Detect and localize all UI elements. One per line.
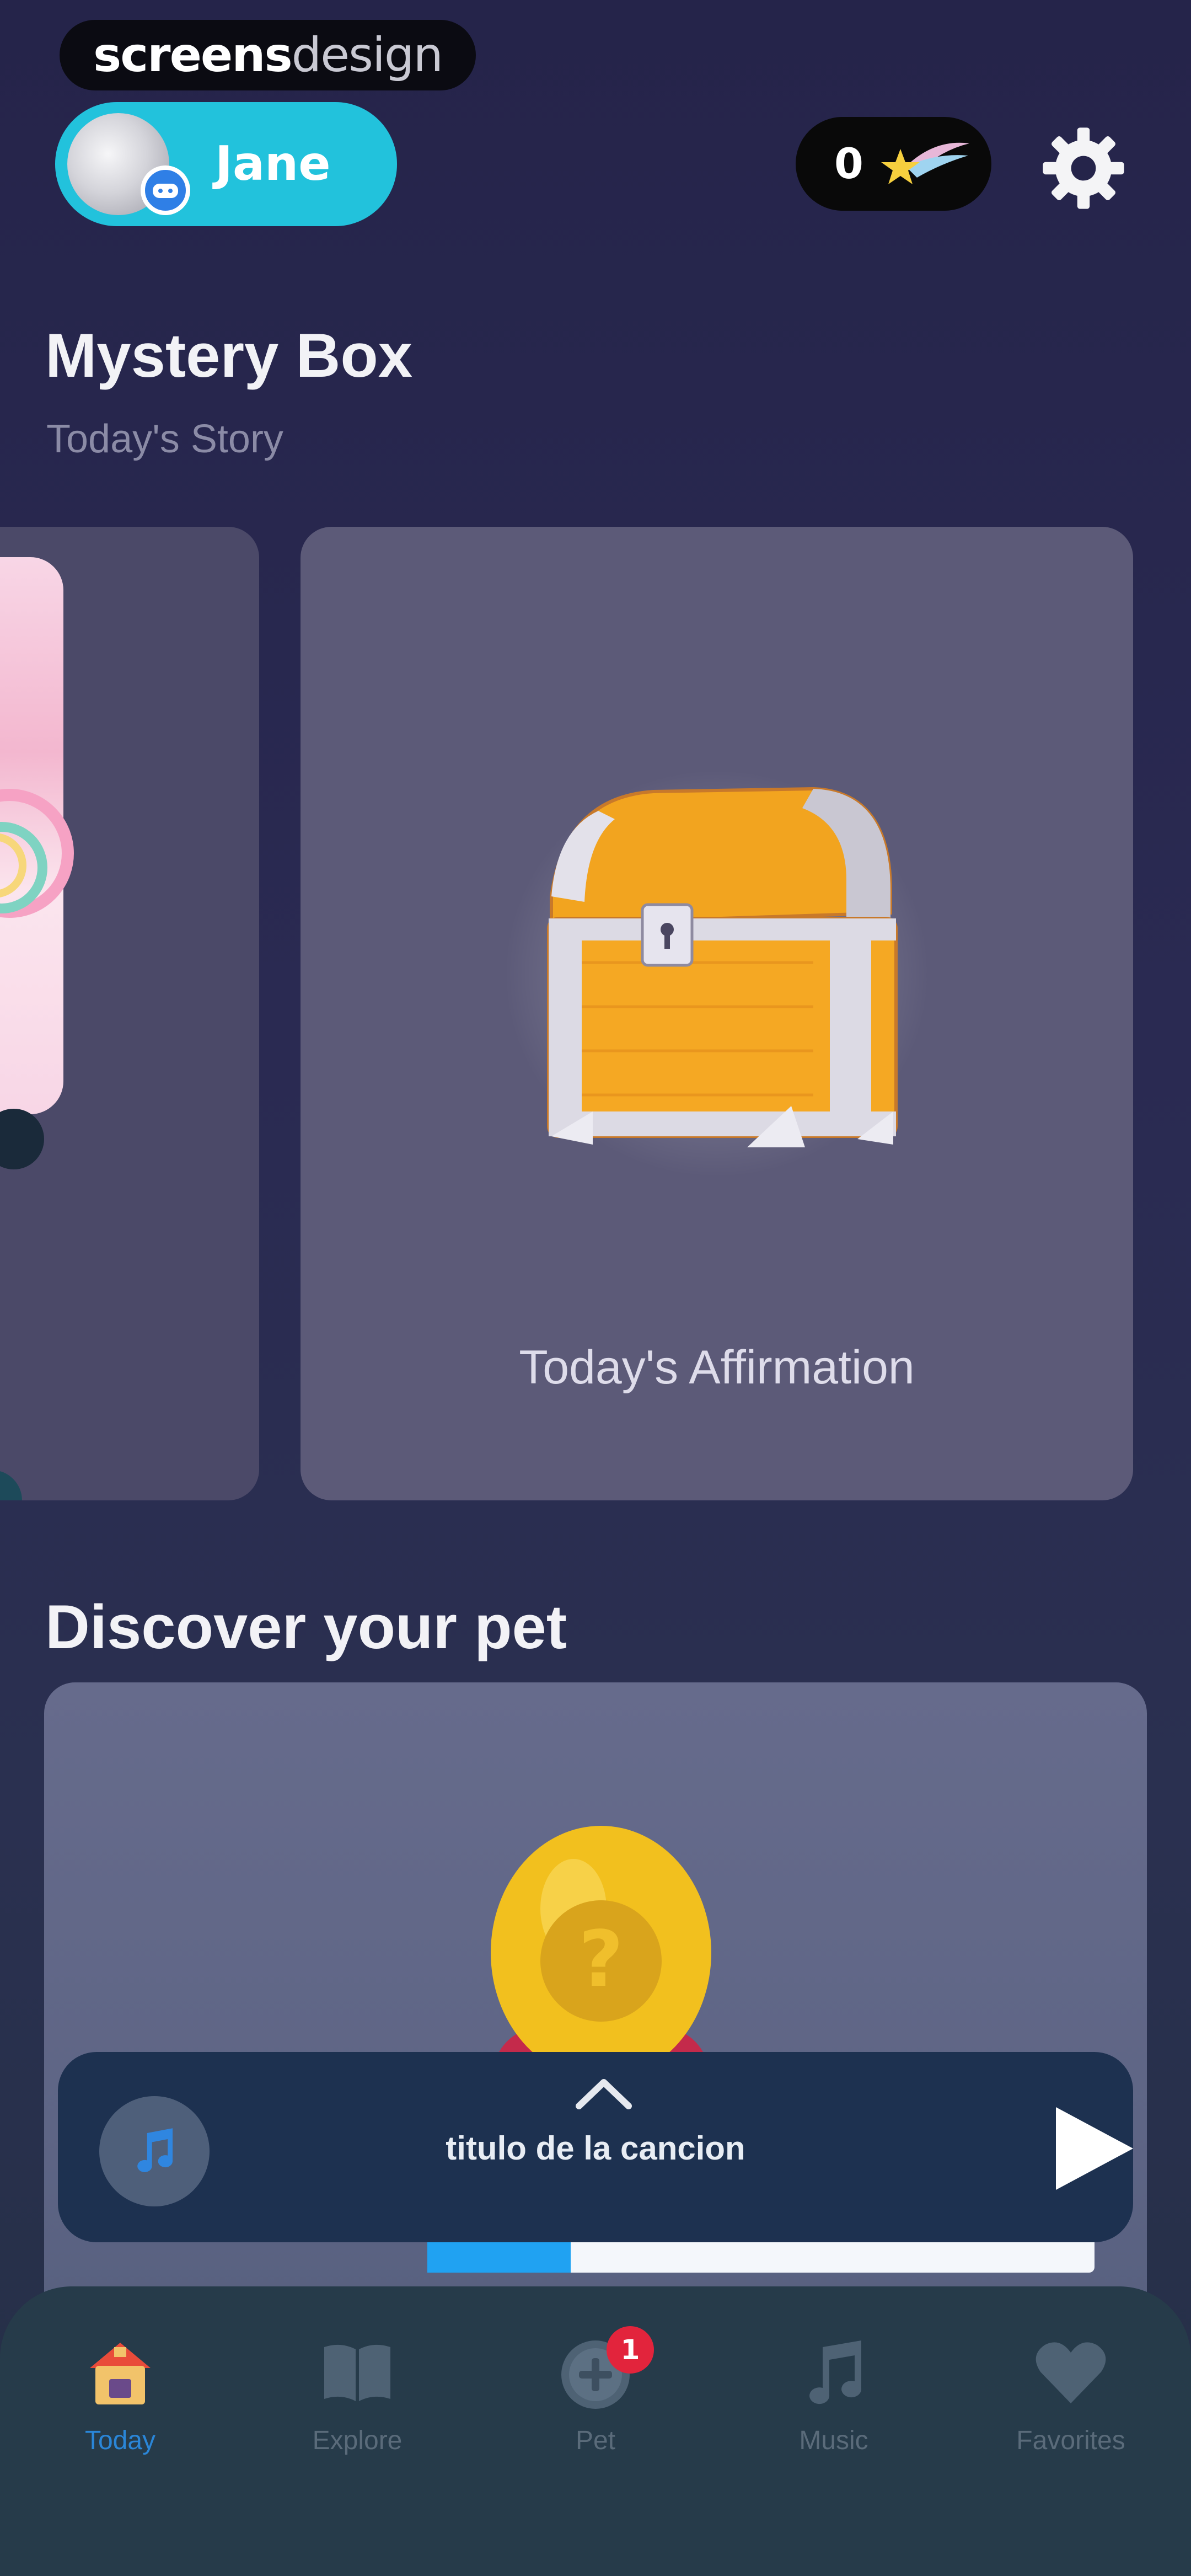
section-title-pet: Discover your pet (45, 1592, 567, 1661)
book-icon (324, 2344, 390, 2401)
heart-icon (1036, 2342, 1106, 2403)
tab-explore[interactable]: Explore (275, 2331, 440, 2456)
story-lock-dot (0, 1470, 22, 1500)
play-icon[interactable] (1045, 2102, 1139, 2195)
story-card[interactable] (0, 527, 259, 1500)
tab-today[interactable]: Today (37, 2331, 203, 2456)
mini-player[interactable]: titulo de la cancion (58, 2052, 1133, 2242)
watermark-bold: screens (93, 28, 293, 83)
tab-label-music: Music (799, 2426, 868, 2455)
bottom-tab-bar: Today Explore 1 Pet Music Favorites (0, 2286, 1191, 2576)
section-subtitle: Today's Story (46, 417, 283, 461)
gear-icon[interactable] (1039, 124, 1128, 212)
profile-button[interactable]: Jane (55, 102, 397, 226)
screensdesign-watermark: screens design (60, 20, 476, 90)
tab-favorites[interactable]: Favorites (988, 2331, 1154, 2456)
game-controller-icon (141, 165, 190, 215)
story-play-dot (0, 1109, 44, 1169)
mystery-egg-icon: ? (491, 1826, 711, 2080)
chevron-up-icon[interactable] (573, 2074, 634, 2113)
affirmation-caption: Today's Affirmation (519, 1341, 915, 1394)
affirmation-card[interactable]: Today's Affirmation (301, 527, 1133, 1500)
song-title: titulo de la cancion (446, 2130, 745, 2167)
profile-name: Jane (215, 136, 331, 191)
svg-text:?: ? (578, 1915, 623, 2005)
section-title-mystery-box: Mystery Box (45, 321, 413, 390)
tab-label-pet: Pet (575, 2426, 616, 2455)
tab-label-today: Today (84, 2426, 156, 2455)
shooting-star-icon (881, 142, 969, 184)
notification-badge: 1 (607, 2326, 654, 2374)
coins-counter[interactable]: 0 (796, 117, 991, 211)
coins-count: 0 (834, 139, 863, 188)
watermark-light: design (291, 28, 443, 83)
music-note-icon (809, 2340, 862, 2404)
home-icon (90, 2343, 151, 2404)
tab-label-favorites: Favorites (1016, 2426, 1125, 2455)
story-thumbnail (0, 557, 74, 1114)
tab-music[interactable]: Music (751, 2331, 916, 2456)
treasure-chest-icon (505, 769, 929, 1178)
tab-label-explore: Explore (312, 2426, 403, 2455)
tab-pet[interactable]: 1 Pet (513, 2326, 678, 2456)
